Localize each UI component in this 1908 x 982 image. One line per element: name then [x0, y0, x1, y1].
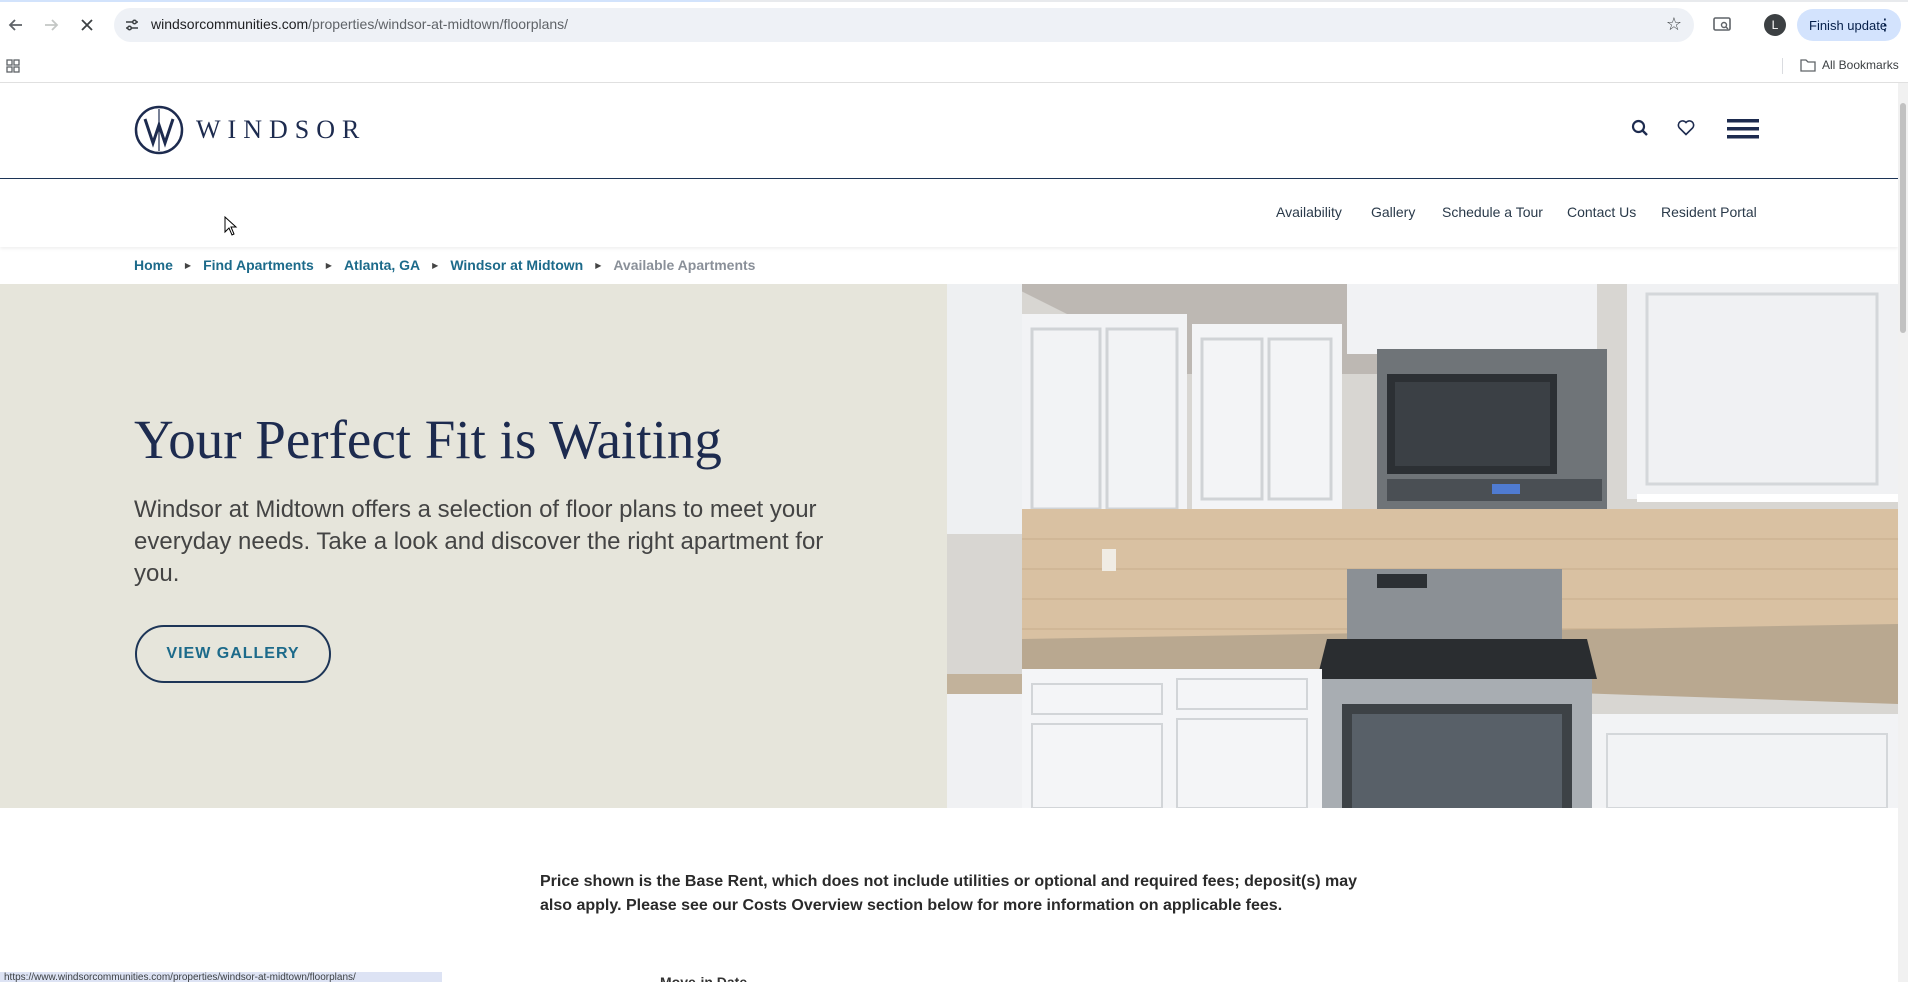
- subnav-contact-us[interactable]: Contact Us: [1567, 204, 1636, 220]
- subnav-gallery[interactable]: Gallery: [1371, 204, 1415, 220]
- hero-title: Your Perfect Fit is Waiting: [134, 409, 722, 470]
- page-scrollbar[interactable]: [1898, 83, 1908, 982]
- url-path: /properties/windsor-at-midtown/floorplan…: [308, 16, 569, 32]
- breadcrumb-caret-icon: ▶: [325, 260, 332, 270]
- forward-arrow-icon[interactable]: [39, 13, 63, 37]
- breadcrumb-caret-icon: ▶: [432, 260, 439, 270]
- mouse-cursor-icon: [224, 216, 238, 236]
- move-in-date-label: Move-in Date: [660, 974, 748, 982]
- bookmarks-bar: All Bookmarks: [0, 50, 1908, 83]
- breadcrumb-available-apartments: Available Apartments: [613, 257, 756, 273]
- heart-favorites-icon[interactable]: [1677, 119, 1695, 141]
- subnav-availability[interactable]: Availability: [1276, 204, 1342, 220]
- subnav-schedule-tour[interactable]: Schedule a Tour: [1442, 204, 1543, 220]
- address-bar[interactable]: windsorcommunities.com/properties/windso…: [114, 8, 1694, 42]
- scrollbar-thumb[interactable]: [1900, 103, 1906, 333]
- logo-wordmark: WINDSOR: [196, 115, 367, 144]
- windsor-logo[interactable]: WINDSOR: [134, 105, 366, 155]
- back-arrow-icon[interactable]: [4, 13, 28, 37]
- loading-progress: [0, 0, 1908, 2]
- url-text: windsorcommunities.com/properties/windso…: [151, 16, 568, 32]
- url-domain: windsorcommunities.com: [151, 16, 309, 32]
- profile-avatar[interactable]: L: [1764, 14, 1786, 36]
- hamburger-menu-icon[interactable]: [1727, 119, 1759, 144]
- folder-icon: [1800, 59, 1816, 72]
- view-gallery-button[interactable]: VIEW GALLERY: [135, 625, 331, 683]
- kitchen-photo: [947, 284, 1898, 808]
- bookmarks-divider: [1782, 58, 1783, 74]
- all-bookmarks-label: All Bookmarks: [1822, 58, 1899, 72]
- bookmark-star-icon[interactable]: ☆: [1666, 14, 1682, 35]
- hero-description: Windsor at Midtown offers a selection of…: [134, 496, 824, 587]
- property-subnav: Availability Gallery Schedule a Tour Con…: [0, 179, 1898, 247]
- all-bookmarks-button[interactable]: All Bookmarks: [1800, 58, 1899, 72]
- breadcrumb-windsor-midtown[interactable]: Windsor at Midtown: [450, 257, 583, 273]
- stop-loading-icon[interactable]: [75, 13, 99, 37]
- breadcrumb-home[interactable]: Home: [134, 257, 173, 273]
- breadcrumb-caret-icon: ▶: [184, 260, 192, 270]
- breadcrumb-atlanta[interactable]: Atlanta, GA: [344, 257, 420, 273]
- search-icon[interactable]: [1631, 119, 1649, 142]
- subnav-resident-portal[interactable]: Resident Portal: [1661, 204, 1757, 220]
- apps-grid-icon[interactable]: [6, 59, 20, 73]
- breadcrumb-find-apartments[interactable]: Find Apartments: [203, 257, 314, 273]
- site-settings-icon[interactable]: [124, 17, 140, 33]
- site-header: WINDSOR: [0, 83, 1898, 179]
- tab-search-icon[interactable]: [1712, 14, 1732, 39]
- price-disclaimer: Price shown is the Base Rent, which does…: [540, 873, 1358, 914]
- finish-update-button[interactable]: Finish update ⋮: [1797, 9, 1901, 41]
- browser-toolbar: windsorcommunities.com/properties/windso…: [0, 0, 1908, 50]
- link-status-bar: https://www.windsorcommunities.com/prope…: [0, 972, 442, 982]
- breadcrumb-caret-icon: ▶: [595, 260, 602, 270]
- windsor-emblem-icon: [134, 105, 184, 155]
- finish-update-label: Finish update: [1809, 17, 1888, 33]
- more-options-icon[interactable]: ⋮: [1877, 15, 1893, 35]
- breadcrumb: Home ▶ Find Apartments ▶ Atlanta, GA ▶ W…: [134, 257, 755, 273]
